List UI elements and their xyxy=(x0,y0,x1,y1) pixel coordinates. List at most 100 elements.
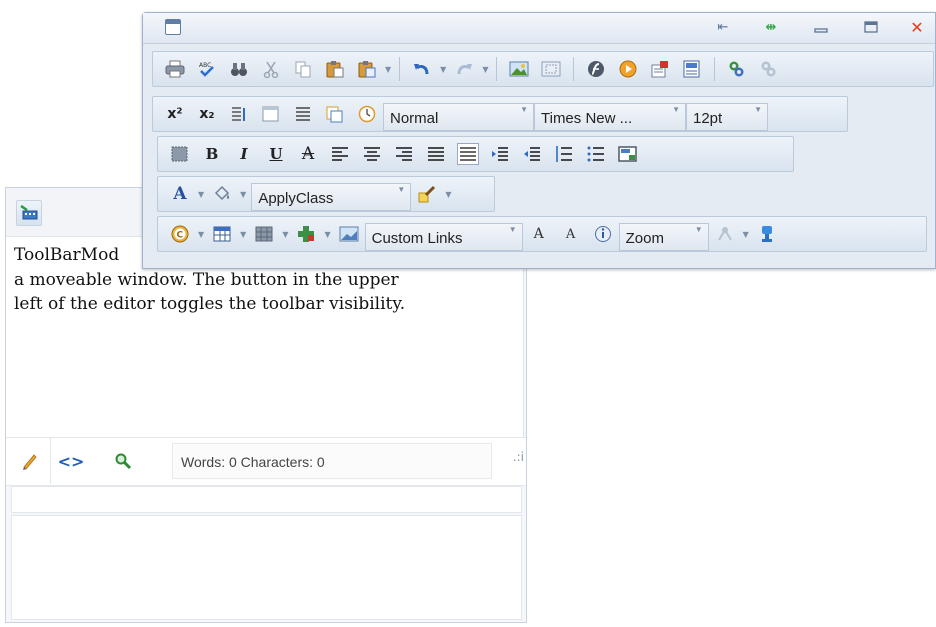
paragraph-style-dropdown[interactable]: Normal ▼ xyxy=(383,103,534,131)
preview-mode-tab[interactable] xyxy=(108,438,138,484)
bullet-list-button[interactable] xyxy=(585,143,607,165)
copyright-icon: C xyxy=(170,225,190,243)
bold-button[interactable]: B xyxy=(201,143,223,165)
strikethrough-button[interactable]: A xyxy=(297,143,319,165)
document-manager-button[interactable] xyxy=(649,58,671,80)
media-manager-button[interactable] xyxy=(617,58,639,80)
insert-custom-button[interactable] xyxy=(253,223,275,245)
font-name-value: Times New ... xyxy=(541,110,633,127)
backcolor-button[interactable] xyxy=(211,183,233,205)
format-code-button[interactable] xyxy=(324,103,346,125)
design-mode-tab[interactable] xyxy=(10,438,51,484)
insert-table-dropdown-icon[interactable]: ▼ xyxy=(240,230,246,239)
select-all-button[interactable] xyxy=(169,143,191,165)
paste-options-button[interactable] xyxy=(356,58,378,80)
align-right-button[interactable] xyxy=(393,143,415,165)
outdent-button[interactable] xyxy=(521,143,543,165)
image-manager-button[interactable] xyxy=(508,58,530,80)
paste-options-icon xyxy=(357,60,377,78)
apply-class-dropdown[interactable]: ApplyClass ▼ xyxy=(251,183,412,211)
underline-button[interactable]: U xyxy=(265,143,287,165)
insert-date-button[interactable] xyxy=(260,103,282,125)
forecolor-dropdown-icon[interactable]: ▼ xyxy=(198,190,204,199)
insert-custom-dropdown-icon[interactable]: ▼ xyxy=(282,230,288,239)
magnifier-icon xyxy=(114,452,132,470)
word-count: Words: 0 Characters: 0 xyxy=(172,443,492,479)
subscript-button[interactable]: x₂ xyxy=(196,103,218,125)
binoculars-icon xyxy=(229,60,249,78)
dock-button[interactable]: ⇤ xyxy=(713,17,733,37)
resize-grip-icon[interactable]: .:i xyxy=(513,450,524,464)
editor-status-area xyxy=(11,486,522,513)
undo-button[interactable] xyxy=(411,58,433,80)
insert-symbol-button[interactable]: C xyxy=(169,223,191,245)
font-size-dropdown[interactable]: 12pt ▼ xyxy=(686,103,768,131)
font-name-dropdown[interactable]: Times New ... ▼ xyxy=(534,103,686,131)
module-manager-button[interactable] xyxy=(714,223,736,245)
find-replace-button[interactable] xyxy=(228,58,250,80)
insert-time-button[interactable] xyxy=(356,103,378,125)
forecolor-button[interactable]: A xyxy=(169,183,191,205)
maximize-button[interactable] xyxy=(861,17,881,37)
flash-manager-button[interactable] xyxy=(585,58,607,80)
print-button[interactable] xyxy=(164,58,186,80)
image-map-button[interactable] xyxy=(540,58,562,80)
hyperlink-manager-button[interactable] xyxy=(726,58,748,80)
justify-button[interactable] xyxy=(425,143,447,165)
superscript-button[interactable]: x² xyxy=(164,103,186,125)
toolbar-row-5: C ▼ ▼ ▼ ▼ Custom Links ▼ A A Zoom ▼ ▼ xyxy=(157,216,927,252)
toolbar-toggle-button[interactable] xyxy=(16,200,42,226)
insert-image-button[interactable] xyxy=(338,223,360,245)
toggle-docking-button[interactable] xyxy=(756,223,778,245)
minimize-button[interactable] xyxy=(811,17,831,37)
insert-paragraph-button[interactable] xyxy=(228,103,250,125)
paste-button[interactable] xyxy=(324,58,346,80)
close-button[interactable]: ✕ xyxy=(907,17,927,37)
paste-options-dropdown-icon[interactable]: ▼ xyxy=(385,65,391,74)
format-stripper-dropdown-icon[interactable]: ▼ xyxy=(445,190,451,199)
zoom-dropdown[interactable]: Zoom ▼ xyxy=(618,223,709,251)
indent-button[interactable] xyxy=(489,143,511,165)
align-center-icon xyxy=(362,145,382,163)
editor-bottom-area xyxy=(11,515,522,620)
insert-snippet-dropdown-icon[interactable]: ▼ xyxy=(324,230,330,239)
mode-bar: <> Words: 0 Characters: 0 .:i xyxy=(6,437,526,486)
spellcheck-button[interactable]: ABC xyxy=(196,58,218,80)
numbered-list-button[interactable] xyxy=(553,143,575,165)
italic-button[interactable]: I xyxy=(233,143,255,165)
redo-dropdown-icon[interactable]: ▼ xyxy=(482,65,488,74)
insert-list-button[interactable] xyxy=(292,103,314,125)
scissors-icon xyxy=(261,60,281,78)
shrink-font-button[interactable]: A xyxy=(560,223,582,245)
grow-font-button[interactable]: A xyxy=(528,223,550,245)
chevron-down-icon: ▼ xyxy=(397,185,406,194)
insert-snippet-button[interactable] xyxy=(295,223,317,245)
remove-alignment-button[interactable] xyxy=(457,143,479,165)
redo-button[interactable] xyxy=(453,58,475,80)
backcolor-dropdown-icon[interactable]: ▼ xyxy=(240,190,246,199)
custom-links-dropdown[interactable]: Custom Links ▼ xyxy=(364,223,523,251)
toolbar-toggle-icon xyxy=(20,205,38,221)
undo-dropdown-icon[interactable]: ▼ xyxy=(440,65,446,74)
about-button[interactable] xyxy=(592,223,614,245)
toolbar-window[interactable]: ⇤ ⇹ ✕ ABC ▼ ▼ ▼ x² x₂ Normal ▼ Times New… xyxy=(142,12,936,269)
align-left-button[interactable] xyxy=(329,143,351,165)
form-element-icon xyxy=(618,145,638,163)
html-mode-tab[interactable]: <> xyxy=(54,438,88,484)
template-manager-button[interactable] xyxy=(681,58,703,80)
cut-button[interactable] xyxy=(260,58,282,80)
align-center-button[interactable] xyxy=(361,143,383,165)
chevron-down-icon: ▼ xyxy=(672,105,680,114)
copy-button[interactable] xyxy=(292,58,314,80)
insert-table-button[interactable] xyxy=(211,223,233,245)
toolbar-window-titlebar[interactable]: ⇤ ⇹ ✕ xyxy=(143,13,935,44)
format-stripper-button[interactable] xyxy=(416,183,438,205)
insert-symbol-dropdown-icon[interactable]: ▼ xyxy=(198,230,204,239)
move-button[interactable]: ⇹ xyxy=(761,17,781,37)
module-manager-dropdown-icon[interactable]: ▼ xyxy=(743,230,749,239)
redo-icon xyxy=(454,60,474,78)
snippet-icon xyxy=(296,225,316,243)
align-right-icon xyxy=(394,145,414,163)
insert-form-element-button[interactable] xyxy=(617,143,639,165)
remove-link-button[interactable] xyxy=(758,58,780,80)
